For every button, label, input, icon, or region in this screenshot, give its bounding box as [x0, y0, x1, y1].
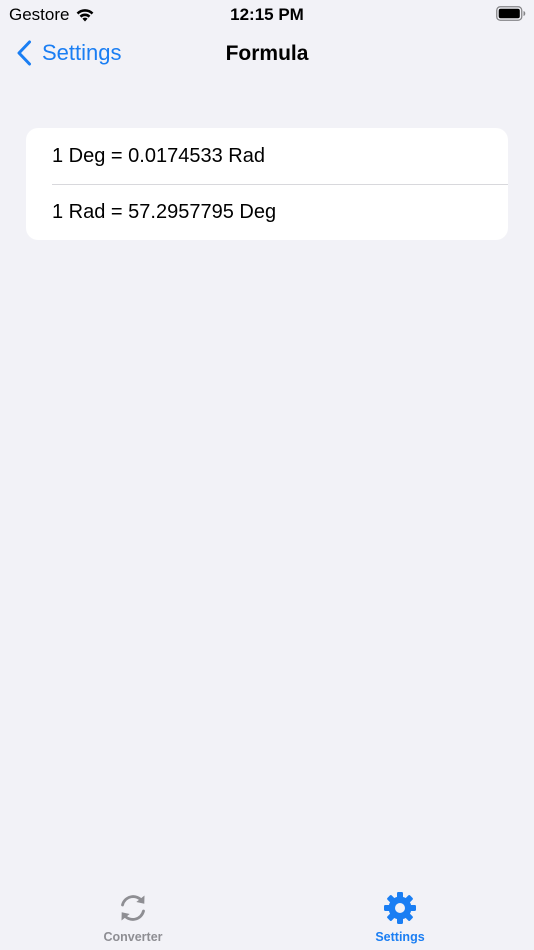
tab-bar: Converter Settings [0, 880, 534, 950]
formula-row-rad-to-deg: 1 Rad = 57.2957795 Deg [26, 184, 508, 240]
status-bar: Gestore 12:15 PM [0, 0, 534, 28]
status-time: 12:15 PM [230, 5, 304, 24]
formula-list: 1 Deg = 0.0174533 Rad 1 Rad = 57.2957795… [26, 128, 508, 240]
formula-row-deg-to-rad: 1 Deg = 0.0174533 Rad [26, 128, 508, 184]
page-title: Formula [225, 42, 309, 65]
tab-converter-label: Converter [103, 930, 163, 944]
battery-icon [496, 6, 526, 21]
refresh-arrows-icon [121, 895, 145, 921]
tab-converter[interactable]: Converter [63, 890, 203, 944]
tab-settings[interactable]: Settings [330, 890, 470, 944]
navigation-bar: Settings Formula [0, 28, 534, 80]
formula-text: 1 Deg = 0.0174533 Rad [52, 144, 265, 167]
gear-icon [384, 892, 416, 924]
formula-text: 1 Rad = 57.2957795 Deg [52, 200, 277, 223]
tab-settings-label: Settings [375, 930, 425, 944]
